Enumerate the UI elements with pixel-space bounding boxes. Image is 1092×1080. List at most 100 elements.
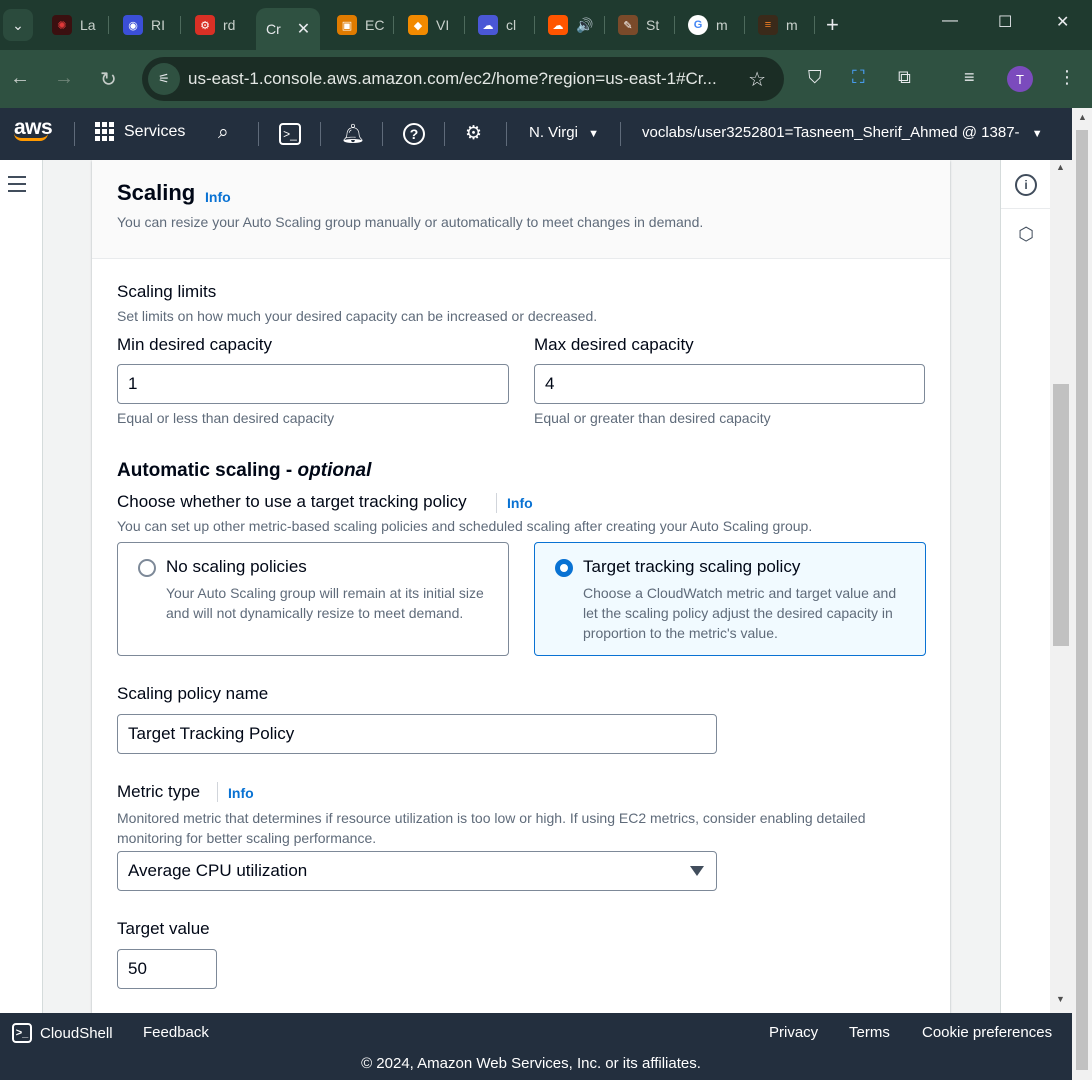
section-description: You can resize your Auto Scaling group m… bbox=[117, 214, 704, 230]
cloudshell-icon: >_ bbox=[12, 1023, 32, 1043]
cloudshell-icon[interactable]: >_ bbox=[279, 123, 301, 145]
metric-type-select[interactable]: Average CPU utilization bbox=[117, 851, 717, 891]
policy-name-input[interactable]: Target Tracking Policy bbox=[117, 714, 717, 754]
feedback-link[interactable]: Feedback bbox=[143, 1024, 209, 1041]
reload-icon[interactable]: ↻ bbox=[100, 67, 117, 92]
notifications-bell-icon[interactable]: 🔔︎ bbox=[341, 122, 365, 146]
scroll-up-icon[interactable]: ▲ bbox=[1078, 112, 1087, 122]
minimize-icon[interactable]: — bbox=[942, 12, 958, 30]
copyright-text: © 2024, Amazon Web Services, Inc. or its… bbox=[361, 1055, 701, 1072]
address-bar[interactable]: ⚟ us-east-1.console.aws.amazon.com/ec2/h… bbox=[142, 57, 784, 101]
google-icon: G bbox=[688, 15, 708, 35]
main-content: Scaling Info You can resize your Auto Sc… bbox=[0, 160, 1072, 1013]
section-title: Scaling bbox=[117, 180, 196, 205]
browser-tab[interactable]: ▣ EC bbox=[337, 9, 384, 41]
target-value-input[interactable]: 50 bbox=[117, 949, 217, 989]
content-scrollbar[interactable]: ▲ ▼ bbox=[1050, 160, 1072, 1013]
privacy-link[interactable]: Privacy bbox=[769, 1024, 818, 1041]
info-icon[interactable]: i bbox=[1015, 174, 1037, 196]
menu-hamburger-icon[interactable] bbox=[8, 176, 26, 197]
scrollbar-thumb[interactable] bbox=[1053, 384, 1069, 646]
services-menu-button[interactable]: Services bbox=[95, 122, 185, 141]
site-info-icon[interactable]: ⚟ bbox=[148, 63, 180, 95]
scrollbar-thumb[interactable] bbox=[1076, 130, 1088, 1070]
browser-tab[interactable]: ✺ La bbox=[52, 9, 96, 41]
media-control-icon[interactable]: ≡ bbox=[964, 67, 975, 88]
orange-cube-icon: ◆ bbox=[408, 15, 428, 35]
account-menu[interactable]: voclabs/user3252801=Tasneem_Sherif_Ahmed… bbox=[642, 124, 1043, 141]
max-capacity-hint: Equal or greater than desired capacity bbox=[534, 410, 771, 426]
metric-type-label: Metric type bbox=[117, 782, 201, 801]
browser-tab[interactable]: ☁ cl bbox=[478, 9, 516, 41]
url-text[interactable]: us-east-1.console.aws.amazon.com/ec2/hom… bbox=[188, 69, 728, 89]
min-capacity-label: Min desired capacity bbox=[117, 335, 272, 354]
scroll-down-icon[interactable]: ▼ bbox=[1056, 994, 1065, 1004]
profile-avatar[interactable]: T bbox=[1007, 66, 1033, 92]
browser-tab[interactable]: ≡ m bbox=[758, 9, 798, 41]
max-capacity-label: Max desired capacity bbox=[534, 335, 694, 354]
maximize-icon[interactable]: ☐ bbox=[998, 12, 1012, 32]
browser-tab[interactable]: ◆ VI bbox=[408, 9, 449, 41]
region-selector[interactable]: N. Virgi ▼ bbox=[529, 124, 599, 141]
target-tracking-choice-description: You can set up other metric-based scalin… bbox=[117, 518, 813, 534]
stackoverflow-icon: ≡ bbox=[758, 15, 778, 35]
info-link[interactable]: Info bbox=[507, 495, 533, 511]
screenshot-extension-icon[interactable]: ⛶ bbox=[852, 67, 865, 88]
tab-search-chevron-icon[interactable]: ⌄ bbox=[3, 9, 33, 41]
terms-link[interactable]: Terms bbox=[849, 1024, 890, 1041]
soundcloud-icon: ☁ bbox=[548, 15, 568, 35]
max-capacity-input[interactable]: 4 bbox=[534, 364, 925, 404]
scaling-limits-description: Set limits on how much your desired capa… bbox=[117, 308, 598, 324]
browser-menu-icon[interactable]: ⋮ bbox=[1058, 67, 1076, 88]
page-scrollbar[interactable]: ▲ bbox=[1072, 108, 1092, 1080]
extensions-puzzle-icon[interactable]: ⧉ bbox=[898, 67, 911, 88]
hexagon-icon[interactable]: ⬡ bbox=[1015, 224, 1037, 246]
close-window-icon[interactable]: ✕ bbox=[1056, 12, 1069, 32]
min-capacity-input[interactable]: 1 bbox=[117, 364, 509, 404]
target-value-label: Target value bbox=[117, 919, 210, 938]
browser-tab[interactable]: ⚙ rd bbox=[195, 9, 235, 41]
ec2-icon: ▣ bbox=[337, 15, 357, 35]
browser-tab-active[interactable]: Cr ✕ bbox=[256, 8, 321, 50]
shield-extension-icon[interactable]: ⛉ bbox=[808, 67, 822, 88]
scroll-up-icon[interactable]: ▲ bbox=[1056, 162, 1065, 172]
settings-gear-icon[interactable]: ⚙ bbox=[465, 122, 482, 145]
browser-tab[interactable]: ✎ St bbox=[618, 9, 659, 41]
caret-down-icon: ▼ bbox=[588, 128, 599, 140]
browser-toolbar: ← → ↻ ⚟ us-east-1.console.aws.amazon.com… bbox=[0, 50, 1092, 108]
new-tab-icon[interactable]: + bbox=[826, 12, 839, 38]
browser-tab[interactable]: G m bbox=[688, 9, 728, 41]
side-navigation-rail bbox=[0, 160, 43, 1013]
scaling-panel-header: Scaling Info You can resize your Auto Sc… bbox=[92, 160, 950, 259]
aws-logo[interactable]: aws bbox=[14, 116, 54, 141]
radio-button-selected[interactable] bbox=[555, 559, 573, 577]
browser-tab[interactable]: ◉ RI bbox=[123, 9, 165, 41]
grid-icon bbox=[95, 122, 114, 141]
search-icon[interactable]: ⌕ bbox=[218, 122, 229, 144]
forward-icon[interactable]: → bbox=[54, 67, 74, 90]
bookmark-star-icon[interactable]: ☆ bbox=[748, 67, 766, 92]
target-tracking-choice-label: Choose whether to use a target tracking … bbox=[117, 492, 467, 511]
metric-type-description: Monitored metric that determines if reso… bbox=[117, 810, 866, 846]
close-tab-icon[interactable]: ✕ bbox=[297, 19, 310, 39]
console-footer: >_ CloudShell Feedback Privacy Terms Coo… bbox=[0, 1013, 1072, 1080]
brown-tool-icon: ✎ bbox=[618, 15, 638, 35]
cloud-icon: ☁ bbox=[478, 15, 498, 35]
speaker-icon: 🔊 bbox=[576, 16, 594, 33]
automatic-scaling-title: Automatic scaling - optional bbox=[117, 460, 372, 481]
cookie-preferences-link[interactable]: Cookie preferences bbox=[922, 1024, 1052, 1041]
cloudshell-button[interactable]: >_ CloudShell bbox=[12, 1023, 113, 1043]
no-scaling-policies-option[interactable]: No scaling policies Your Auto Scaling gr… bbox=[117, 542, 509, 656]
policy-name-label: Scaling policy name bbox=[117, 684, 269, 703]
help-icon[interactable]: ? bbox=[403, 123, 425, 145]
back-icon[interactable]: ← bbox=[10, 67, 30, 90]
caret-down-icon: ▼ bbox=[1031, 128, 1043, 140]
target-tracking-policy-option[interactable]: Target tracking scaling policy Choose a … bbox=[534, 542, 926, 656]
info-link[interactable]: Info bbox=[228, 785, 254, 801]
info-link[interactable]: Info bbox=[205, 189, 231, 205]
scaling-limits-title: Scaling limits bbox=[117, 282, 217, 301]
red-gear-icon: ⚙ bbox=[195, 15, 215, 35]
radio-button[interactable] bbox=[138, 559, 156, 577]
browser-tab[interactable]: ☁ 🔊 bbox=[548, 9, 593, 41]
help-panel-rail: i ⬡ bbox=[1000, 160, 1051, 1013]
